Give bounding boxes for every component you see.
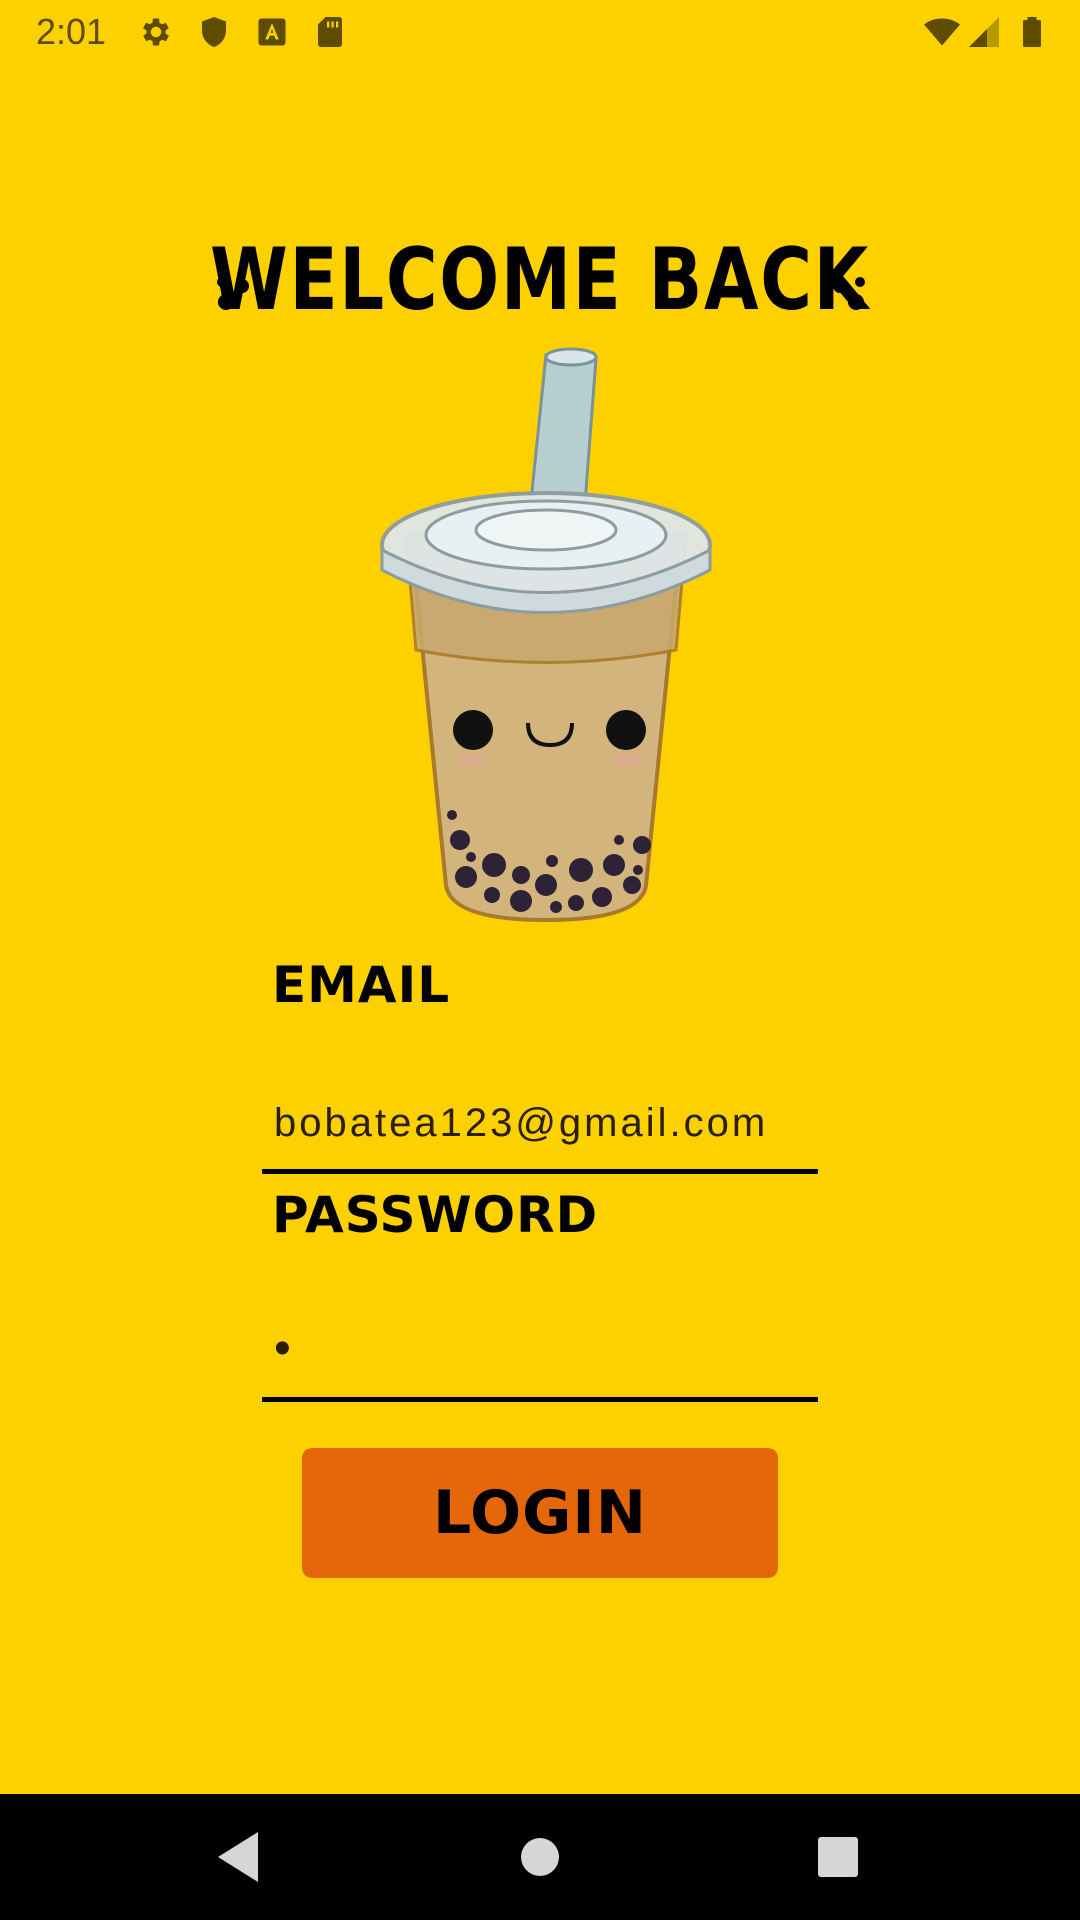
password-label: PASSWORD <box>272 1186 599 1244</box>
status-bar: 2:01 <box>0 0 1080 64</box>
navigation-bar <box>0 1794 1080 1920</box>
shield-icon <box>196 14 232 50</box>
battery-icon <box>1014 14 1050 50</box>
wifi-icon <box>924 14 960 50</box>
password-mask: • <box>274 1322 294 1375</box>
status-time: 2:01 <box>36 11 107 52</box>
splash-right-icon <box>824 268 870 314</box>
home-icon[interactable] <box>507 1824 573 1890</box>
login-button[interactable]: LOGIN <box>302 1448 778 1578</box>
back-icon[interactable] <box>206 1824 272 1890</box>
email-field[interactable] <box>262 1078 818 1174</box>
sd-card-icon <box>312 14 348 50</box>
password-field[interactable]: • <box>262 1306 818 1402</box>
cell-signal-icon <box>966 14 1002 50</box>
font-a-icon <box>254 14 290 50</box>
recents-icon[interactable] <box>805 1824 871 1890</box>
gear-icon <box>138 14 174 50</box>
email-label: EMAIL <box>272 956 451 1014</box>
boba-tea-icon <box>376 345 716 925</box>
